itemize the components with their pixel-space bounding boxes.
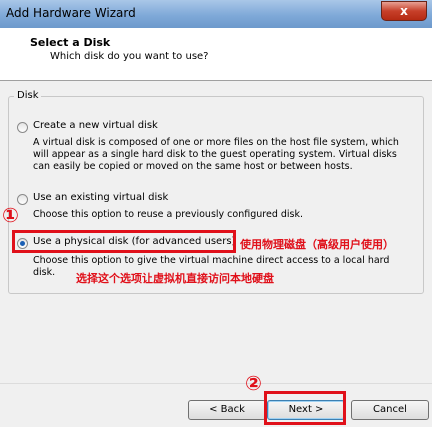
step-2-marker: ② — [245, 371, 262, 395]
close-icon: x — [400, 4, 408, 18]
radio-create-new-disk[interactable] — [17, 122, 28, 133]
cancel-button[interactable]: Cancel — [351, 400, 429, 420]
window-title: Add Hardware Wizard — [6, 6, 136, 20]
close-button[interactable]: x — [381, 1, 427, 21]
disk-group-label: Disk — [14, 90, 42, 101]
step-1-marker: ① — [2, 203, 19, 227]
back-button[interactable]: < Back — [188, 400, 266, 420]
option-create-new-disk-label[interactable]: Create a new virtual disk — [33, 120, 158, 131]
annotation-desc-note: 选择这个选项让虚拟机直接访问本地硬盘 — [76, 272, 274, 285]
page-subtitle: Which disk do you want to use? — [50, 51, 209, 62]
title-bar: Add Hardware Wizard x — [0, 0, 432, 28]
annotation-option-note: 使用物理磁盘（高级用户使用） — [240, 238, 394, 251]
page-title: Select a Disk — [30, 36, 111, 49]
physical-disk-highlight — [12, 230, 236, 253]
option-existing-disk-label[interactable]: Use an existing virtual disk — [33, 192, 168, 203]
bottom-separator — [0, 383, 432, 384]
wizard-header: Select a Disk Which disk do you want to … — [0, 28, 432, 81]
option-create-new-disk-desc: A virtual disk is composed of one or mor… — [33, 137, 399, 172]
option-existing-disk-desc: Choose this option to reuse a previously… — [33, 209, 304, 220]
next-button-highlight — [264, 391, 346, 425]
